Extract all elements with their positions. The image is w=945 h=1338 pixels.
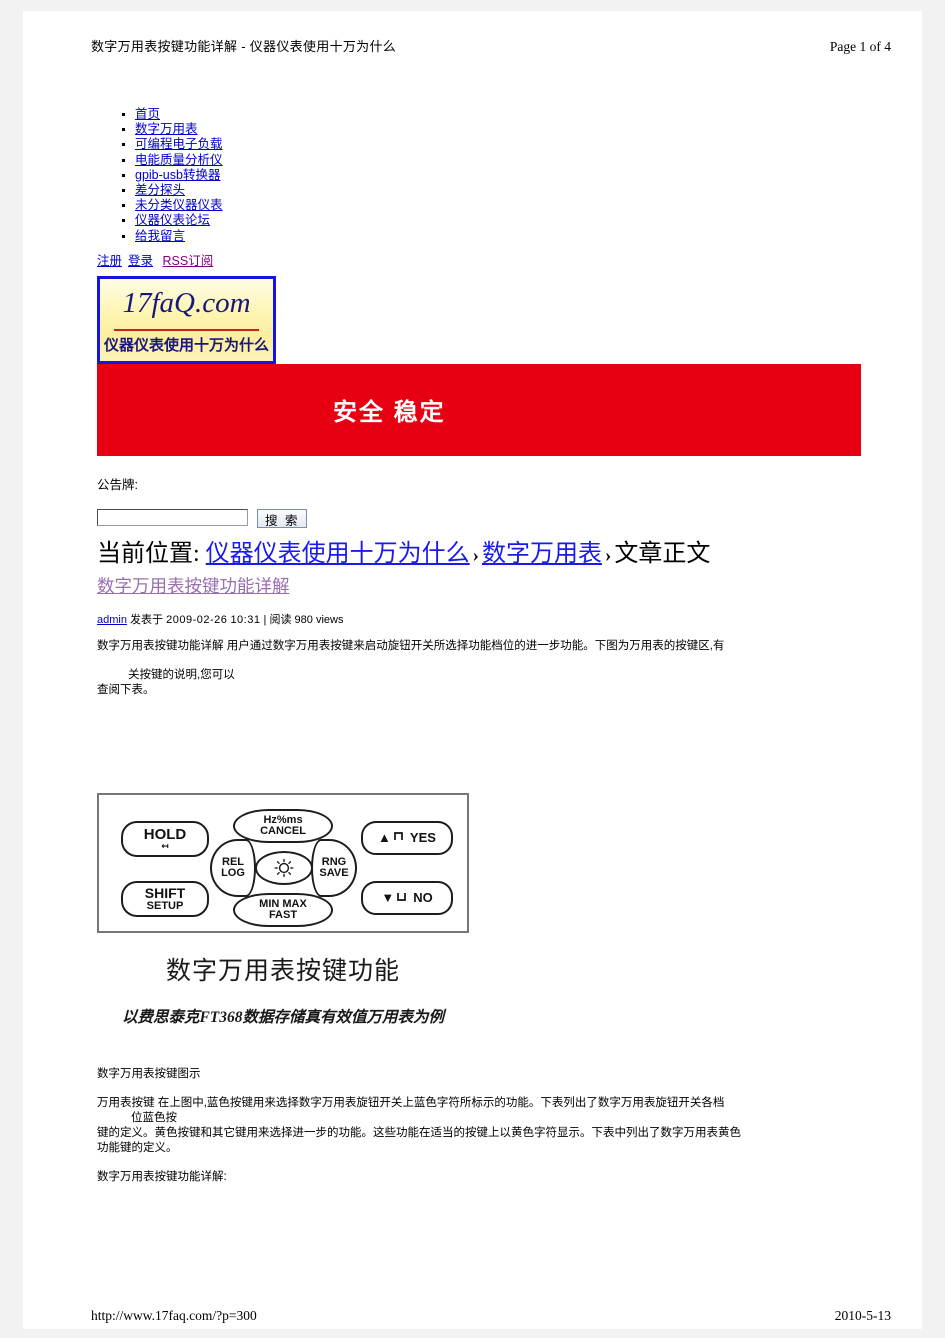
keypad-shift-button: SHIFT SETUP xyxy=(121,881,209,918)
nav-link-forum[interactable]: 仪器仪表论坛 xyxy=(135,213,210,227)
keypad-log-label: LOG xyxy=(221,867,245,880)
breadcrumb-separator-2: › xyxy=(605,544,612,566)
post-posted-label: 发表于 xyxy=(130,614,164,627)
breadcrumb-link-category[interactable]: 数字万用表 xyxy=(482,541,602,567)
keypad-save-label: SAVE xyxy=(319,867,349,880)
multimeter-keypad-diagram: HOLD ↤ SHIFT SETUP Hz%ms CANCEL REL LOG xyxy=(97,793,469,934)
keypad-minmax-fast-button: MIN MAX FAST xyxy=(233,893,333,928)
breadcrumb-link-home[interactable]: 仪器仪表使用十万为什么 xyxy=(206,541,470,567)
logo-divider-rule xyxy=(114,328,259,331)
keypad-down-no-button: ▼ NO xyxy=(361,881,453,916)
article-paragraph-3-line-2: 位蓝色按 xyxy=(131,1112,177,1125)
print-header-page-number: Page 1 of 4 xyxy=(829,39,891,54)
nav-link-gpib-usb[interactable]: gpib-usb转换器 xyxy=(135,168,220,182)
nav-link-power-quality-analyzer[interactable]: 电能质量分析仪 xyxy=(135,153,223,167)
breadcrumb-current: 文章正文 xyxy=(614,540,711,567)
logo-brand-text: 17faQ.com xyxy=(122,286,251,319)
nav-link-multimeter[interactable]: 数字万用表 xyxy=(135,122,198,136)
keypad-yes-label: YES xyxy=(409,830,436,846)
breadcrumb-separator-1: › xyxy=(472,544,479,566)
article-title[interactable]: 数字万用表按键功能详解 xyxy=(97,573,887,598)
down-triangle-icon: ▼ xyxy=(381,890,395,906)
search-input[interactable] xyxy=(97,508,248,526)
login-link[interactable]: 登录 xyxy=(128,254,153,268)
multimeter-figure: HOLD ↤ SHIFT SETUP Hz%ms CANCEL REL LOG xyxy=(97,793,477,1027)
backlight-icon: ↤ xyxy=(161,840,169,851)
rss-subscribe-link[interactable]: RSS订阅 xyxy=(163,254,214,268)
article-paragraph-3-line-1: 万用表按键 在上图中,蓝色按键用来选择数字万用表旋钮开关上蓝色字符所标示的功能。… xyxy=(97,1097,725,1110)
keypad-backlight-button xyxy=(255,851,313,886)
nav-item-gpib-usb[interactable]: gpib-usb转换器 xyxy=(122,168,887,183)
breadcrumb: 当前位置: 仪器仪表使用十万为什么 › 数字万用表 › 文章正文 xyxy=(97,541,887,567)
keypad-hold-button: HOLD ↤ xyxy=(121,821,209,858)
nav-link-guestbook[interactable]: 给我留言 xyxy=(135,229,185,243)
nav-item-power-quality-analyzer[interactable]: 电能质量分析仪 xyxy=(122,153,887,168)
article-paragraph-3-line-3: 键的定义。黄色按键和其它键用来选择进一步的功能。这些功能在适当的按键上以黄色字符… xyxy=(97,1127,741,1140)
printed-page: 数字万用表按键功能详解 - 仪器仪表使用十万为什么 Page 1 of 4 首页… xyxy=(23,11,922,1329)
pulse-high-icon xyxy=(394,831,407,845)
keypad-rng-save-button: RNG SAVE xyxy=(311,839,357,898)
search-bar: 搜 索 xyxy=(97,508,887,528)
post-meta-divider: | xyxy=(263,614,267,627)
keypad-fast-label: FAST xyxy=(268,909,298,922)
print-footer-url: http://www.17faq.com/?p=300 xyxy=(91,1308,257,1323)
up-triangle-icon: ▲ xyxy=(378,830,391,846)
figure-caption-main: 数字万用表按键功能 xyxy=(165,958,400,986)
red-banner: 安全 稳定 xyxy=(97,363,861,456)
register-link[interactable]: 注册 xyxy=(97,254,122,268)
search-button[interactable]: 搜 索 xyxy=(257,508,308,528)
nav-item-uncategorized[interactable]: 未分类仪器仪表 xyxy=(122,198,887,213)
print-footer: http://www.17faq.com/?p=300 2010-5-13 xyxy=(91,1308,891,1324)
breadcrumb-prefix: 当前位置: xyxy=(97,540,200,567)
article-paragraph-2: 数字万用表按键图示 xyxy=(97,1068,201,1081)
article-paragraph-4: 数字万用表按键功能详解: xyxy=(97,1171,227,1184)
site-logo[interactable]: 17faQ.com 仪器仪表使用十万为什么 xyxy=(97,275,276,364)
notice-board-label: 公告牌: xyxy=(97,477,138,492)
post-views-label: 阅读 xyxy=(269,614,292,627)
post-views-count: 980 xyxy=(294,614,313,627)
article-paragraph-1-line-3: 查阅下表。 xyxy=(97,684,155,697)
page-content: 首页 数字万用表 可编程电子负载 电能质量分析仪 gpib-usb转换器 差分探… xyxy=(97,107,887,1185)
post-author-link[interactable]: admin xyxy=(97,614,127,626)
nav-link-uncategorized[interactable]: 未分类仪器仪表 xyxy=(135,198,223,212)
account-links: 注册 登录 RSS订阅 xyxy=(97,250,887,269)
sun-icon xyxy=(271,858,297,878)
article-paragraph-3-line-4: 功能键的定义。 xyxy=(97,1142,178,1155)
post-meta: admin 发表于 2009-02-26 10:31 | 阅读 980 view… xyxy=(97,611,887,627)
figure-caption-sub: 以费思泰克FT368数据存储真有效值万用表为例 xyxy=(121,1009,445,1027)
site-nav-list: 首页 数字万用表 可编程电子负载 电能质量分析仪 gpib-usb转换器 差分探… xyxy=(97,107,887,244)
print-footer-date: 2010-5-13 xyxy=(834,1308,891,1323)
nav-item-forum[interactable]: 仪器仪表论坛 xyxy=(122,213,887,228)
nav-link-differential-probe[interactable]: 差分探头 xyxy=(135,183,185,197)
keypad-up-yes-button: ▲ YES xyxy=(361,821,453,856)
post-time: 10:31 xyxy=(230,614,261,627)
nav-item-electronic-load[interactable]: 可编程电子负载 xyxy=(122,137,887,152)
logo-tagline-text: 仪器仪表使用十万为什么 xyxy=(103,336,269,354)
keypad-setup-label: SETUP xyxy=(146,899,184,912)
nav-item-differential-probe[interactable]: 差分探头 xyxy=(122,183,887,198)
nav-item-multimeter[interactable]: 数字万用表 xyxy=(122,122,887,137)
keypad-no-label: NO xyxy=(413,890,433,906)
article-paragraph-1-line-2: 关按键的说明,您可以 xyxy=(128,669,235,682)
pulse-low-icon xyxy=(397,891,410,905)
print-header-title: 数字万用表按键功能详解 - 仪器仪表使用十万为什么 xyxy=(91,39,397,54)
nav-item-guestbook[interactable]: 给我留言 xyxy=(122,229,887,244)
print-header: 数字万用表按键功能详解 - 仪器仪表使用十万为什么 Page 1 of 4 xyxy=(91,36,891,55)
nav-item-home[interactable]: 首页 xyxy=(122,107,887,122)
nav-link-electronic-load[interactable]: 可编程电子负载 xyxy=(135,137,223,151)
keypad-hz-cancel-button: Hz%ms CANCEL xyxy=(233,809,333,844)
keypad-rel-log-button: REL LOG xyxy=(210,839,256,898)
keypad-cancel-label: CANCEL xyxy=(260,825,306,838)
nav-link-home[interactable]: 首页 xyxy=(135,107,160,121)
post-date: 2009-02-26 xyxy=(166,614,228,627)
banner-slogan: 安全 稳定 xyxy=(333,398,446,426)
article-paragraph-1-line-1: 数字万用表按键功能详解 用户通过数字万用表按键来启动旋钮开关所选择功能档位的进一… xyxy=(97,640,725,653)
keypad-shift-label: SHIFT xyxy=(144,884,186,901)
post-views-unit: views xyxy=(315,614,344,627)
